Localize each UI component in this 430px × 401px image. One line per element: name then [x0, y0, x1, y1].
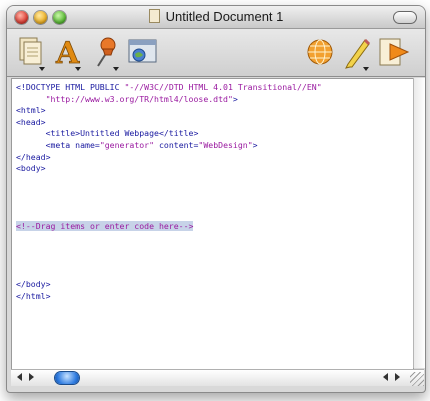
code-token: </head> — [16, 151, 51, 162]
title-bar[interactable]: Untitled Document 1 — [7, 6, 425, 29]
edit-button[interactable] — [341, 34, 371, 71]
code-line[interactable]: <html> — [16, 105, 322, 117]
code-text[interactable]: <!DOCTYPE HTML PUBLIC "-//W3C//DTD HTML … — [16, 82, 322, 302]
insert-text-button[interactable] — [17, 34, 47, 71]
code-editor[interactable]: <!DOCTYPE HTML PUBLIC "-//W3C//DTD HTML … — [11, 78, 414, 370]
code-token: <head> — [16, 116, 46, 127]
resize-grip-icon[interactable] — [410, 372, 424, 386]
code-line[interactable] — [16, 210, 322, 222]
code-line[interactable]: "http://www.w3.org/TR/html4/loose.dtd"> — [16, 94, 322, 106]
scroll-left-end-icon[interactable] — [383, 373, 388, 381]
code-line[interactable]: <!DOCTYPE HTML PUBLIC "-//W3C//DTD HTML … — [16, 82, 322, 94]
document-stack-icon — [19, 37, 42, 65]
code-token: content= — [154, 139, 199, 150]
font-button[interactable]: A — [53, 34, 83, 72]
code-line[interactable]: </head> — [16, 152, 322, 164]
code-line[interactable]: </html> — [16, 291, 322, 303]
play-icon — [379, 38, 410, 66]
code-line[interactable] — [16, 175, 322, 187]
browser-window-icon — [128, 39, 157, 63]
scroll-right-end-icon[interactable] — [395, 373, 400, 381]
code-token: <body> — [16, 163, 46, 174]
toolbar-toggle-button[interactable] — [393, 11, 417, 24]
code-line[interactable] — [16, 256, 322, 268]
chevron-down-icon — [363, 67, 369, 71]
svg-text:A: A — [55, 36, 80, 70]
code-token: "generator" — [99, 139, 155, 150]
code-token: "http://www.w3.org/TR/html4/loose.dtd" — [45, 93, 233, 104]
code-token: <html> — [16, 105, 46, 116]
toolbar: A — [7, 29, 425, 77]
chevron-down-icon — [113, 67, 119, 71]
code-token: </html> — [16, 290, 51, 301]
chevron-down-icon — [75, 67, 81, 71]
pencil-icon — [345, 38, 371, 69]
scroll-right-icon[interactable] — [29, 373, 34, 381]
code-token: <meta name= — [16, 139, 100, 150]
window-title-container: Untitled Document 1 — [7, 9, 425, 24]
code-line[interactable]: </body> — [16, 279, 322, 291]
code-line[interactable]: <head> — [16, 117, 322, 129]
document-proxy-icon[interactable] — [148, 9, 160, 23]
code-line[interactable] — [16, 268, 322, 280]
code-line[interactable]: <body> — [16, 163, 322, 175]
code-token: <!DOCTYPE HTML PUBLIC — [16, 82, 125, 92]
code-line[interactable] — [16, 186, 322, 198]
scroll-thumb[interactable] — [55, 372, 79, 384]
code-token: > — [252, 139, 258, 150]
preview-button[interactable] — [377, 34, 411, 70]
window-title: Untitled Document 1 — [165, 9, 284, 24]
web-preview-button[interactable] — [127, 34, 159, 70]
horizontal-scrollbar[interactable] — [11, 369, 424, 386]
chevron-down-icon — [39, 67, 45, 71]
document-window: Untitled Document 1 A <!DOCTYPE HTML PUB… — [6, 5, 426, 393]
code-line[interactable]: <!--Drag items or enter code here--> — [16, 221, 322, 233]
code-line[interactable] — [16, 198, 322, 210]
code-line[interactable]: <title>Untitled Webpage</title> — [16, 128, 322, 140]
code-token: <title>Untitled Webpage</title> — [16, 128, 199, 139]
code-token: > — [232, 93, 238, 104]
code-token: "WebDesign" — [198, 139, 253, 150]
code-line[interactable] — [16, 244, 322, 256]
code-line[interactable]: <meta name="generator" content="WebDesig… — [16, 140, 322, 152]
letter-a-icon: A — [55, 36, 81, 72]
code-token: <!--Drag items or enter code here--> — [16, 221, 194, 232]
code-token: "-//W3C//DTD HTML 4.01 Transitional//EN" — [124, 82, 322, 92]
pushpin-icon — [97, 37, 116, 67]
globe-icon — [307, 39, 333, 65]
code-line[interactable] — [16, 233, 322, 245]
scroll-left-icon[interactable] — [17, 373, 22, 381]
vertical-scrollbar[interactable] — [413, 78, 425, 368]
globe-button[interactable] — [305, 34, 335, 70]
code-token: </body> — [16, 279, 51, 290]
pin-button[interactable] — [91, 34, 121, 71]
